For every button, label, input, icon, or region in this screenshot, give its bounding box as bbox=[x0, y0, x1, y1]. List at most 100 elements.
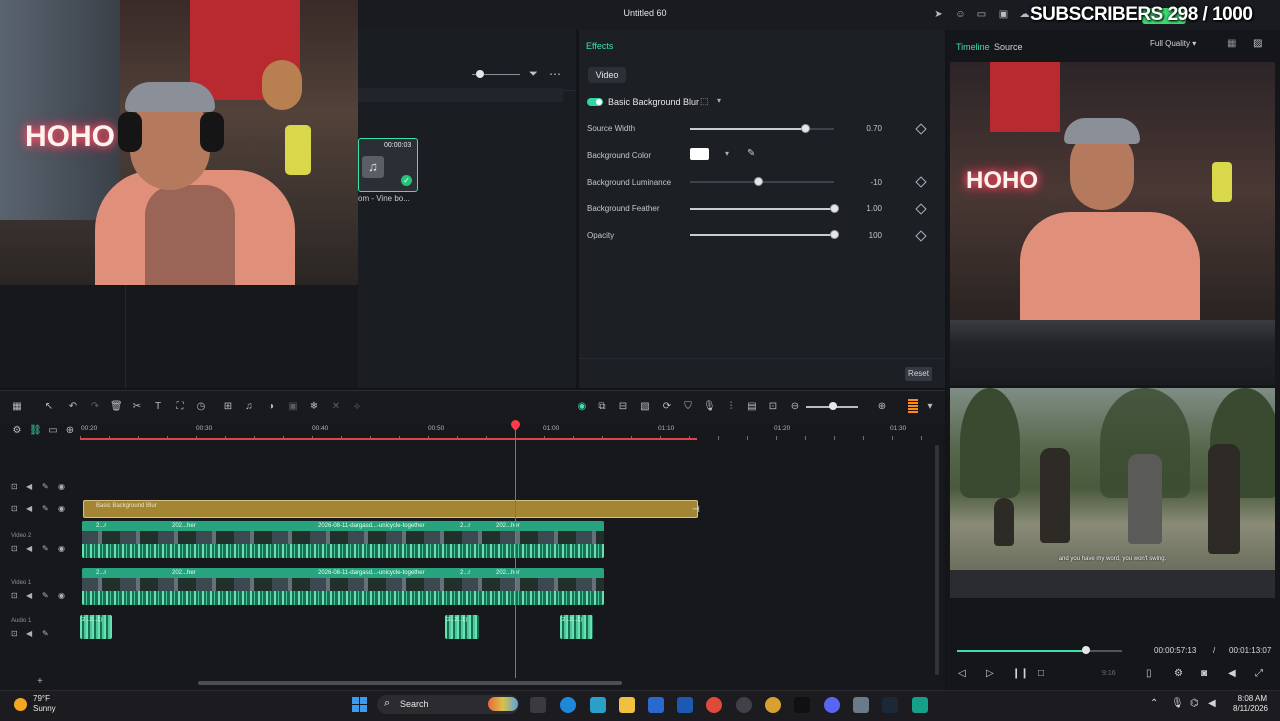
freeze-icon[interactable]: ❄ bbox=[308, 401, 320, 412]
edit-icon[interactable]: ✎ bbox=[42, 629, 49, 638]
background-feather-value[interactable]: 1.00 bbox=[856, 204, 882, 213]
photos-icon[interactable] bbox=[590, 697, 606, 713]
audio-stretch-icon[interactable]: ♫ bbox=[243, 401, 255, 412]
fullscreen-icon[interactable]: ⤢ bbox=[1255, 668, 1263, 679]
mute-icon[interactable]: ◀ bbox=[26, 504, 32, 513]
background-color-swatch[interactable] bbox=[690, 148, 709, 160]
start-button[interactable] bbox=[352, 697, 368, 713]
reset-button[interactable]: Reset bbox=[905, 367, 932, 381]
subtitle-icon[interactable]: ▤ bbox=[746, 401, 758, 412]
text-icon[interactable]: T bbox=[152, 401, 164, 412]
zoom-in-icon[interactable]: ⊕ bbox=[876, 401, 888, 412]
layout-icon[interactable]: ▭ bbox=[976, 9, 987, 20]
snap-icon[interactable]: ⧉ bbox=[596, 401, 608, 412]
play-icon[interactable]: ▷ bbox=[986, 668, 994, 679]
horizontal-scrollbar[interactable] bbox=[198, 681, 622, 685]
effects-title[interactable]: Effects bbox=[586, 41, 613, 51]
chevron-down-icon[interactable]: ▾ bbox=[924, 401, 936, 412]
eyedropper-icon[interactable]: ✎ bbox=[747, 148, 755, 159]
lock-icon[interactable]: ⊡ bbox=[11, 504, 18, 513]
lock-icon[interactable]: ⊡ bbox=[11, 591, 18, 600]
settings-icon[interactable]: ⚙ bbox=[1174, 668, 1183, 679]
background-feather-knob[interactable] bbox=[830, 204, 839, 213]
vertical-scrollbar[interactable] bbox=[935, 445, 939, 675]
ai-tool-icon[interactable]: ⊞ bbox=[222, 401, 234, 412]
filter-icon[interactable]: ⏷ bbox=[529, 68, 538, 81]
file-explorer-icon[interactable] bbox=[619, 697, 635, 713]
snapshot-image-icon[interactable]: ▨ bbox=[1253, 38, 1262, 49]
video-clip-track1[interactable]: 2...r 202...her 2026-08-11-dargasd...-un… bbox=[82, 568, 604, 605]
lock-icon[interactable]: ⊡ bbox=[11, 544, 18, 553]
edge-icon[interactable] bbox=[560, 697, 576, 713]
mask-icon[interactable]: ▣ bbox=[287, 401, 299, 412]
weather-sun-icon[interactable] bbox=[14, 698, 27, 711]
opacity-value[interactable]: 100 bbox=[856, 231, 882, 240]
weather-temperature[interactable]: 79°F bbox=[33, 694, 50, 703]
mixer-icon[interactable]: ⫶ bbox=[725, 401, 737, 412]
clock-date[interactable]: 8/11/2026 bbox=[1228, 704, 1268, 713]
weather-description[interactable]: Sunny bbox=[33, 704, 56, 713]
effect-preset-icon[interactable]: ⬚ bbox=[700, 96, 709, 107]
task-view-icon[interactable] bbox=[530, 697, 546, 713]
microphone-icon[interactable]: 🎙 bbox=[703, 401, 716, 412]
edit-icon[interactable]: ✎ bbox=[42, 591, 49, 600]
mute-icon[interactable]: ◀ bbox=[26, 544, 32, 553]
volume-icon[interactable]: ◀ bbox=[1228, 668, 1236, 679]
store-icon[interactable] bbox=[677, 697, 693, 713]
eye-icon[interactable]: ◉ bbox=[58, 482, 65, 491]
video-clip-track2[interactable]: 2...r 202...her 2026-08-11-dargasd...-un… bbox=[82, 521, 604, 558]
send-icon[interactable]: ➤ bbox=[933, 9, 944, 20]
aspect-ratio-select[interactable]: 9:16 bbox=[1102, 670, 1116, 677]
chevron-down-icon[interactable]: ▾ bbox=[725, 149, 729, 158]
background-luminance-value[interactable]: -10 bbox=[856, 178, 882, 187]
redo-icon[interactable]: ↷ bbox=[89, 401, 101, 412]
link-icon[interactable]: ⊡ bbox=[767, 401, 779, 412]
mute-icon[interactable]: ◀ bbox=[26, 629, 32, 638]
clock-time[interactable]: 8:08 AM bbox=[1237, 694, 1267, 703]
thumbnail-size-knob[interactable] bbox=[476, 70, 484, 78]
speed-icon[interactable]: ◷ bbox=[195, 401, 207, 412]
app-icon[interactable] bbox=[853, 697, 869, 713]
pause-icon[interactable]: ❙❙ bbox=[1012, 668, 1029, 679]
split-icon[interactable]: ✂ bbox=[131, 401, 143, 412]
lock-icon[interactable]: ⊡ bbox=[11, 629, 18, 638]
camera-icon[interactable]: ◙ bbox=[1201, 668, 1207, 679]
zoom-knob[interactable] bbox=[829, 402, 837, 410]
mute-icon[interactable]: ◀ bbox=[26, 591, 32, 600]
mail-icon[interactable] bbox=[648, 697, 664, 713]
transform-icon[interactable]: ✕ bbox=[330, 401, 342, 412]
edit-icon[interactable]: ✎ bbox=[42, 544, 49, 553]
tab-video[interactable]: Video bbox=[588, 67, 626, 83]
save-icon[interactable]: ▣ bbox=[998, 9, 1009, 20]
microphone-icon[interactable]: 🎙 bbox=[1171, 698, 1184, 709]
audio-meter-icon[interactable] bbox=[908, 399, 918, 413]
crop-icon[interactable]: ⛶ bbox=[174, 401, 186, 412]
edit-icon[interactable]: ✎ bbox=[42, 504, 49, 513]
layout-grid-icon[interactable]: ▦ bbox=[11, 401, 23, 412]
caption-icon[interactable]: ▭ bbox=[47, 425, 59, 436]
group-icon[interactable]: ⊟ bbox=[617, 401, 629, 412]
tray-chevron-icon[interactable]: ⌃ bbox=[1150, 698, 1158, 709]
cloud-icon[interactable]: ☁ bbox=[1019, 9, 1030, 20]
tab-timeline[interactable]: Timeline bbox=[956, 42, 990, 52]
network-icon[interactable]: ⌬ bbox=[1190, 698, 1199, 709]
edit-icon[interactable]: ✎ bbox=[42, 482, 49, 491]
trim-handle-icon[interactable]: ⊣ bbox=[692, 504, 700, 515]
motion-icon[interactable]: ⟳ bbox=[661, 401, 673, 412]
speaker-icon[interactable]: ◀ bbox=[1208, 698, 1216, 709]
tab-source[interactable]: Source bbox=[994, 42, 1023, 52]
color-icon[interactable]: ◑ bbox=[265, 401, 277, 412]
chevron-down-icon[interactable]: ▾ bbox=[717, 96, 721, 105]
track-settings-icon[interactable]: ⚙ bbox=[11, 425, 23, 436]
link-icon[interactable]: ⛓ bbox=[29, 425, 42, 436]
avatar-icon[interactable]: ☺ bbox=[955, 9, 966, 20]
render-icon[interactable]: ◉ bbox=[576, 401, 588, 412]
delete-icon[interactable]: 🗑 bbox=[110, 401, 123, 412]
undo-icon[interactable]: ↶ bbox=[67, 401, 79, 412]
chrome-profile-icon[interactable] bbox=[765, 697, 781, 713]
eye-icon[interactable]: ◉ bbox=[58, 591, 65, 600]
add-marker-icon[interactable]: ⊕ bbox=[64, 425, 76, 436]
grid-icon[interactable]: ▦ bbox=[1227, 38, 1236, 49]
obs-icon[interactable] bbox=[736, 697, 752, 713]
playhead[interactable] bbox=[515, 423, 516, 678]
